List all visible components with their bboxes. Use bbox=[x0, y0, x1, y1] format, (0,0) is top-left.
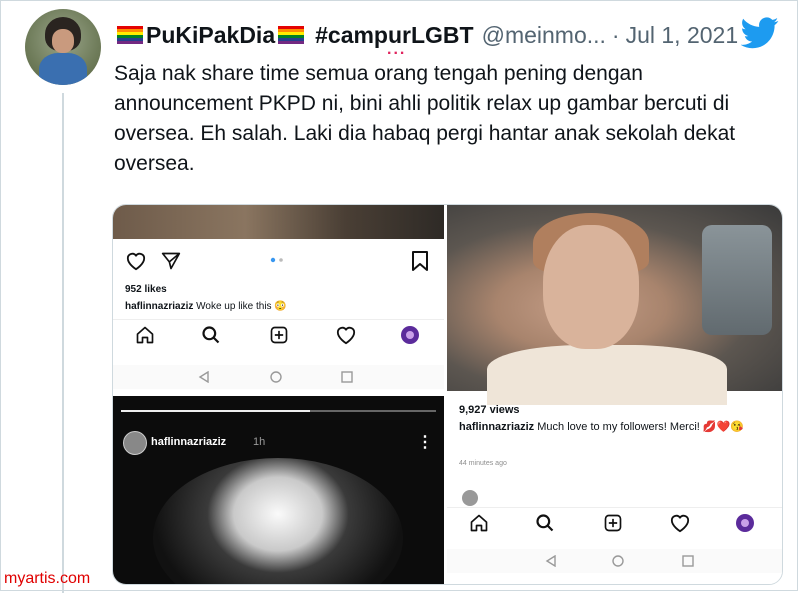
selfie-photo bbox=[447, 205, 782, 405]
more-glyph: ... bbox=[387, 41, 407, 58]
thread-line bbox=[62, 93, 64, 593]
add-post-icon[interactable] bbox=[269, 325, 289, 345]
rainbow-flag-icon bbox=[117, 26, 143, 44]
search-icon[interactable] bbox=[201, 325, 221, 345]
android-system-nav bbox=[447, 549, 782, 573]
instagram-bottom-nav bbox=[447, 507, 782, 538]
profile-avatar-icon[interactable] bbox=[735, 513, 755, 533]
send-icon[interactable] bbox=[161, 251, 181, 271]
story-username[interactable]: haflinnazriaziz bbox=[151, 436, 226, 448]
twitter-bird-icon[interactable] bbox=[741, 17, 779, 49]
heart-icon[interactable] bbox=[125, 251, 147, 271]
separator-dot: · bbox=[611, 21, 620, 48]
recents-square-icon[interactable] bbox=[682, 555, 694, 567]
home-circle-icon[interactable] bbox=[612, 555, 624, 567]
profile-avatar-icon[interactable] bbox=[400, 325, 420, 345]
post-time-ago: 44 minutes ago bbox=[459, 460, 507, 467]
user-avatar[interactable] bbox=[25, 9, 101, 85]
back-triangle-icon[interactable] bbox=[545, 555, 557, 567]
recents-square-icon[interactable] bbox=[341, 371, 353, 383]
post-caption: haflinnazriaziz Much love to my follower… bbox=[459, 420, 769, 433]
media-instagram-video[interactable]: 9,927 views haflinnazriaziz Much love to… bbox=[447, 205, 782, 584]
views-count: 9,927 views bbox=[459, 404, 520, 416]
back-triangle-icon[interactable] bbox=[198, 371, 210, 383]
bookmark-icon[interactable] bbox=[411, 250, 429, 272]
home-icon[interactable] bbox=[135, 325, 155, 345]
post-photo-crop bbox=[113, 205, 444, 239]
tweet-text: Saja nak share time semua orang tengah p… bbox=[114, 62, 736, 175]
activity-heart-icon[interactable] bbox=[669, 513, 691, 533]
caption-text: Much love to my followers! Merci! 💋❤️😘 bbox=[537, 421, 744, 433]
add-post-icon[interactable] bbox=[603, 513, 623, 533]
story-avatar[interactable] bbox=[123, 431, 147, 455]
tweet-date[interactable]: Jul 1, 2021 bbox=[626, 22, 739, 49]
activity-heart-icon[interactable] bbox=[335, 325, 357, 345]
story-photo bbox=[153, 458, 403, 584]
media-grid[interactable]: 952 likes haflinnazriaziz Woke up like t… bbox=[112, 204, 783, 585]
search-icon[interactable] bbox=[535, 513, 555, 533]
display-name[interactable]: PuKiPakDia bbox=[146, 22, 275, 49]
caption-user[interactable]: haflinnazriaziz bbox=[459, 421, 534, 433]
likes-count: 952 likes bbox=[125, 284, 167, 295]
story-menu-icon[interactable]: ⋮ bbox=[417, 432, 433, 452]
android-system-nav bbox=[113, 365, 444, 389]
post-caption: haflinnazriaziz Woke up like this 😳 bbox=[125, 301, 287, 312]
caption-user[interactable]: haflinnazriaziz bbox=[125, 301, 193, 312]
tweet-card: PuKiPakDia #campurLGBT @meinmo... · Jul … bbox=[0, 0, 798, 593]
tweet-header: PuKiPakDia #campurLGBT @meinmo... · Jul … bbox=[114, 19, 738, 51]
caption-text: Woke up like this 😳 bbox=[196, 301, 287, 312]
watermark: myartis.com bbox=[4, 570, 91, 587]
story-time: 1h bbox=[253, 436, 266, 448]
carousel-dots-icon bbox=[270, 257, 283, 263]
instagram-bottom-nav bbox=[113, 319, 444, 350]
media-instagram-story[interactable]: haflinnazriaziz 1h ⋮ bbox=[113, 396, 444, 584]
commenter-avatar bbox=[462, 490, 478, 506]
user-handle[interactable]: @meinmo... bbox=[482, 22, 606, 49]
home-icon[interactable] bbox=[469, 513, 489, 533]
home-circle-icon[interactable] bbox=[270, 371, 282, 383]
media-instagram-post[interactable]: 952 likes haflinnazriaziz Woke up like t… bbox=[113, 205, 444, 393]
story-progress-bar bbox=[121, 410, 436, 412]
rainbow-flag-icon bbox=[278, 26, 305, 44]
